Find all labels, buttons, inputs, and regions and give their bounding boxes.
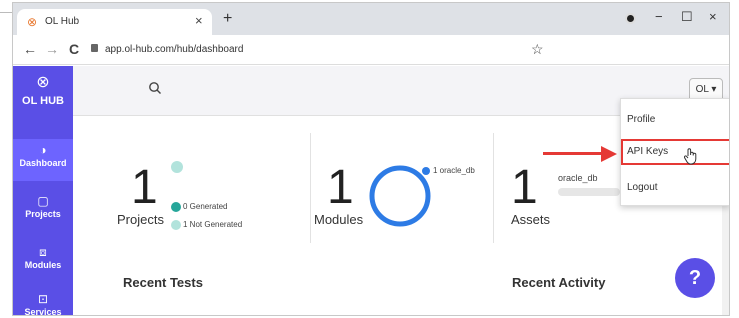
recent-activity-heading: Recent Activity xyxy=(512,275,606,290)
restore-button[interactable]: ☐ xyxy=(681,9,693,25)
back-button[interactable]: ← xyxy=(23,41,37,57)
reload-button[interactable]: C xyxy=(69,41,79,57)
dashboard-icon: ◑ xyxy=(39,143,47,157)
generated-legend: 0 Generated xyxy=(183,202,228,211)
help-button[interactable]: ? xyxy=(675,258,715,298)
not-generated-legend: 1 Not Generated xyxy=(183,220,243,229)
tab-close-icon[interactable]: × xyxy=(195,13,203,29)
modules-legend-dot xyxy=(422,167,430,175)
projects-icon: ▢ xyxy=(37,194,49,208)
modules-icon: ⧈ xyxy=(39,245,47,259)
lock-icon[interactable] xyxy=(91,44,98,52)
search-icon[interactable] xyxy=(148,81,162,95)
modules-label: Modules xyxy=(314,212,364,227)
sidebar-item-label: Dashboard xyxy=(19,158,67,168)
minimize-button[interactable]: − xyxy=(655,9,663,25)
tab-title: OL Hub xyxy=(45,16,80,27)
sidebar-item-label: Projects xyxy=(25,209,61,219)
logo-text: OL HUB xyxy=(22,95,64,107)
olhub-logo-icon: ⊗ xyxy=(36,74,50,91)
assets-label: Assets xyxy=(511,212,551,227)
new-tab-button[interactable]: + xyxy=(223,10,232,28)
olhub-favicon-icon: ⊗ xyxy=(27,15,38,29)
sidebar-item-label: Modules xyxy=(24,260,62,270)
url-field[interactable]: app.ol-hub.com/hub/dashboard xyxy=(105,43,243,57)
bookmark-star-icon[interactable]: ☆ xyxy=(531,40,544,58)
generated-legend-dot xyxy=(171,202,181,212)
modules-legend: 1 oracle_db xyxy=(433,166,475,175)
projects-label: Projects xyxy=(117,212,164,227)
projects-mini-chart xyxy=(171,161,183,173)
sidebar-item-services[interactable]: ⊡ Services xyxy=(13,288,73,316)
browser-window: ⊗ OL Hub × + − ☐ × ← → C app.ol-hub.com/… xyxy=(12,2,730,316)
user-dropdown-menu: Profile API Keys Logout xyxy=(620,98,729,206)
menu-item-logout[interactable]: Logout xyxy=(621,175,729,201)
browser-tab[interactable]: ⊗ OL Hub × xyxy=(17,9,212,35)
annotation-arrow-shaft xyxy=(543,152,603,155)
close-window-button[interactable]: × xyxy=(709,9,717,25)
menu-item-profile[interactable]: Profile xyxy=(621,107,729,133)
assets-bar xyxy=(558,188,620,196)
assets-count: 1 xyxy=(511,161,538,214)
hand-cursor-icon xyxy=(683,148,697,165)
sidebar-item-label: Services xyxy=(24,307,62,316)
card-divider xyxy=(493,133,494,243)
edge-guide-line xyxy=(0,12,12,13)
modules-count: 1 xyxy=(327,161,354,214)
address-bar: ← → C app.ol-hub.com/hub/dashboard ☆ xyxy=(13,35,729,65)
tab-strip: ⊗ OL Hub × + − ☐ × xyxy=(13,3,729,35)
sidebar-item-dashboard[interactable]: ◑ Dashboard xyxy=(13,139,73,181)
services-icon: ⊡ xyxy=(37,292,49,306)
assets-legend: oracle_db xyxy=(558,173,598,183)
sidebar-item-projects[interactable]: ▢ Projects xyxy=(13,190,73,226)
projects-count: 1 xyxy=(131,161,158,214)
menu-item-api-keys[interactable]: API Keys xyxy=(621,139,729,165)
not-generated-legend-dot xyxy=(171,220,181,230)
recent-tests-heading: Recent Tests xyxy=(123,275,203,290)
card-divider xyxy=(310,133,311,243)
record-icon[interactable] xyxy=(625,13,636,24)
annotation-arrow-head xyxy=(601,146,617,162)
sidebar: ⊗ OL HUB ◑ Dashboard ▢ Projects ⧈ Module… xyxy=(13,66,73,316)
sidebar-item-modules[interactable]: ⧈ Modules xyxy=(13,241,73,277)
forward-button[interactable]: → xyxy=(45,41,59,57)
